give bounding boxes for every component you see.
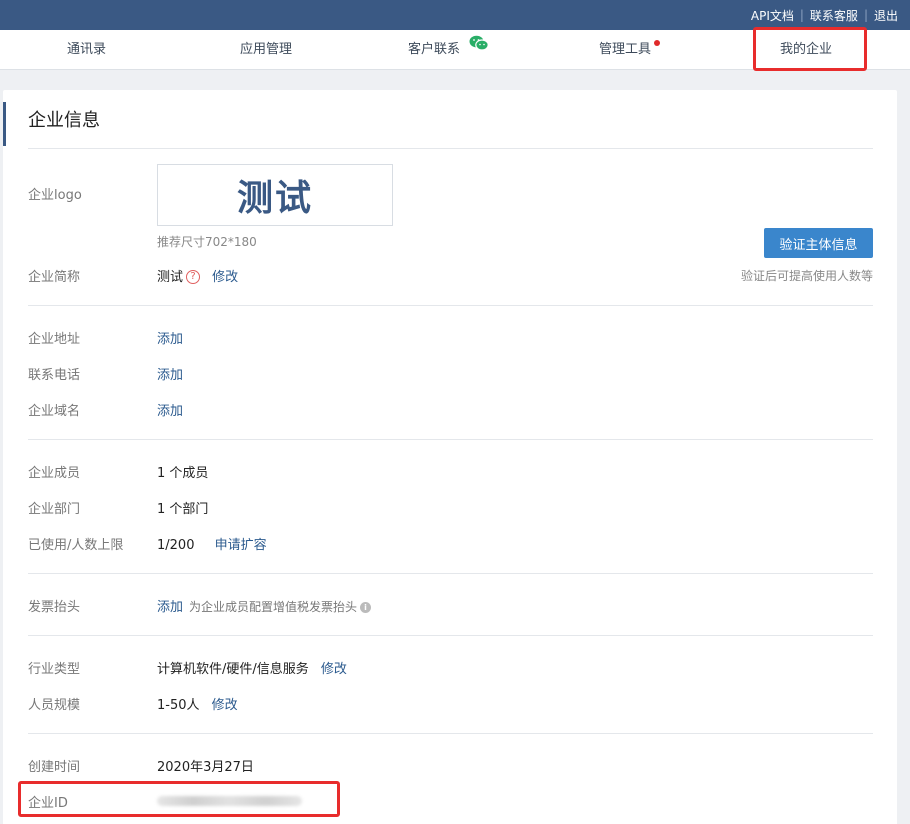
edit-scale-link[interactable]: 修改: [212, 698, 238, 713]
logo-size-hint: 推荐尺寸702*180: [157, 235, 257, 249]
contact-support-link[interactable]: 联系客服: [810, 7, 858, 24]
member-limit-value: 1/200: [157, 538, 195, 553]
corp-id-label: 企业ID: [28, 796, 68, 811]
scale-value: 1-50人: [157, 698, 200, 713]
divider: |: [799, 8, 804, 22]
short-name-value: 测试: [157, 270, 184, 285]
nav-tab-label: 应用管理: [240, 42, 293, 57]
departments-label: 企业部门: [28, 502, 81, 517]
verify-entity-button[interactable]: 验证主体信息: [764, 228, 873, 258]
nav-tab-my-enterprise[interactable]: 我的企业: [780, 30, 832, 70]
add-address-link[interactable]: 添加: [157, 328, 183, 347]
enterprise-info-card: 企业信息 企业logo 测试 推荐尺寸702*180 验证主体信息 验证后可提高…: [3, 90, 897, 824]
divider: [28, 439, 873, 440]
industry-label: 行业类型: [28, 662, 81, 677]
redacted-corp-id: [157, 795, 302, 806]
page-title: 企业信息: [28, 110, 100, 131]
edit-industry-link[interactable]: 修改: [321, 662, 347, 677]
wechat-icon: [469, 28, 489, 68]
divider: [28, 573, 873, 574]
corp-id-value: [157, 793, 302, 808]
members-label: 企业成员: [28, 466, 81, 481]
verify-note: 验证后可提高使用人数等: [740, 269, 873, 283]
scale-label: 人员规模: [28, 698, 81, 713]
nav-tab-app-management[interactable]: 应用管理: [240, 30, 292, 70]
nav-tab-admin-tools[interactable]: 管理工具: [599, 30, 661, 70]
member-limit-label: 已使用/人数上限: [28, 538, 124, 553]
main-nav: 通讯录 应用管理 客户联系 管理工具 我的企业: [0, 30, 910, 70]
short-name-row: 测试? 修改: [157, 266, 238, 285]
phone-label: 联系电话: [28, 368, 81, 383]
divider: [28, 305, 873, 306]
nav-tab-label: 客户联系: [408, 42, 461, 57]
divider: [28, 635, 873, 636]
divider: [28, 733, 873, 734]
section-accent-bar: [3, 102, 6, 146]
divider: |: [863, 8, 868, 22]
industry-value: 计算机软件/硬件/信息服务: [157, 662, 309, 677]
logo-label: 企业logo: [28, 188, 82, 203]
members-value: 1 个成员: [157, 466, 209, 481]
invoice-label: 发票抬头: [28, 600, 81, 615]
add-domain-link[interactable]: 添加: [157, 400, 183, 419]
info-circle-icon[interactable]: i: [360, 602, 372, 613]
api-docs-link[interactable]: API文档: [751, 7, 794, 24]
nav-tab-label: 通讯录: [67, 42, 107, 57]
edit-short-name-link[interactable]: 修改: [212, 270, 238, 285]
add-phone-link[interactable]: 添加: [157, 364, 183, 383]
invoice-row: 添加 为企业成员配置增值税发票抬头 i: [157, 596, 372, 615]
nav-tab-label: 我的企业: [780, 42, 833, 57]
domain-label: 企业域名: [28, 404, 81, 419]
logo-upload-box[interactable]: 测试: [157, 164, 393, 226]
notification-dot: [654, 40, 661, 46]
logout-link[interactable]: 退出: [874, 7, 898, 24]
nav-tab-customer-contact[interactable]: 客户联系: [408, 30, 489, 70]
invoice-note: 为企业成员配置增值税发票抬头: [189, 600, 358, 614]
apply-expansion-link[interactable]: 申请扩容: [215, 538, 267, 553]
divider: [28, 148, 873, 149]
nav-tab-label: 管理工具: [599, 42, 652, 57]
address-label: 企业地址: [28, 332, 81, 347]
top-bar: API文档 | 联系客服 | 退出: [0, 0, 910, 30]
question-circle-icon[interactable]: ?: [186, 269, 201, 284]
add-invoice-link[interactable]: 添加: [157, 600, 183, 615]
departments-value: 1 个部门: [157, 502, 209, 517]
nav-tab-contacts[interactable]: 通讯录: [67, 30, 106, 70]
scale-row: 1-50人 修改: [157, 694, 238, 713]
logo-image-text: 测试: [236, 178, 313, 219]
created-label: 创建时间: [28, 760, 81, 775]
top-links: API文档 | 联系客服 | 退出: [751, 0, 898, 30]
nav-tab-label-wrap: 管理工具: [599, 30, 661, 70]
member-limit-row: 1/200 申请扩容: [157, 534, 267, 553]
created-value: 2020年3月27日: [157, 760, 254, 775]
short-name-label: 企业简称: [28, 270, 81, 285]
industry-row: 计算机软件/硬件/信息服务 修改: [157, 658, 347, 677]
